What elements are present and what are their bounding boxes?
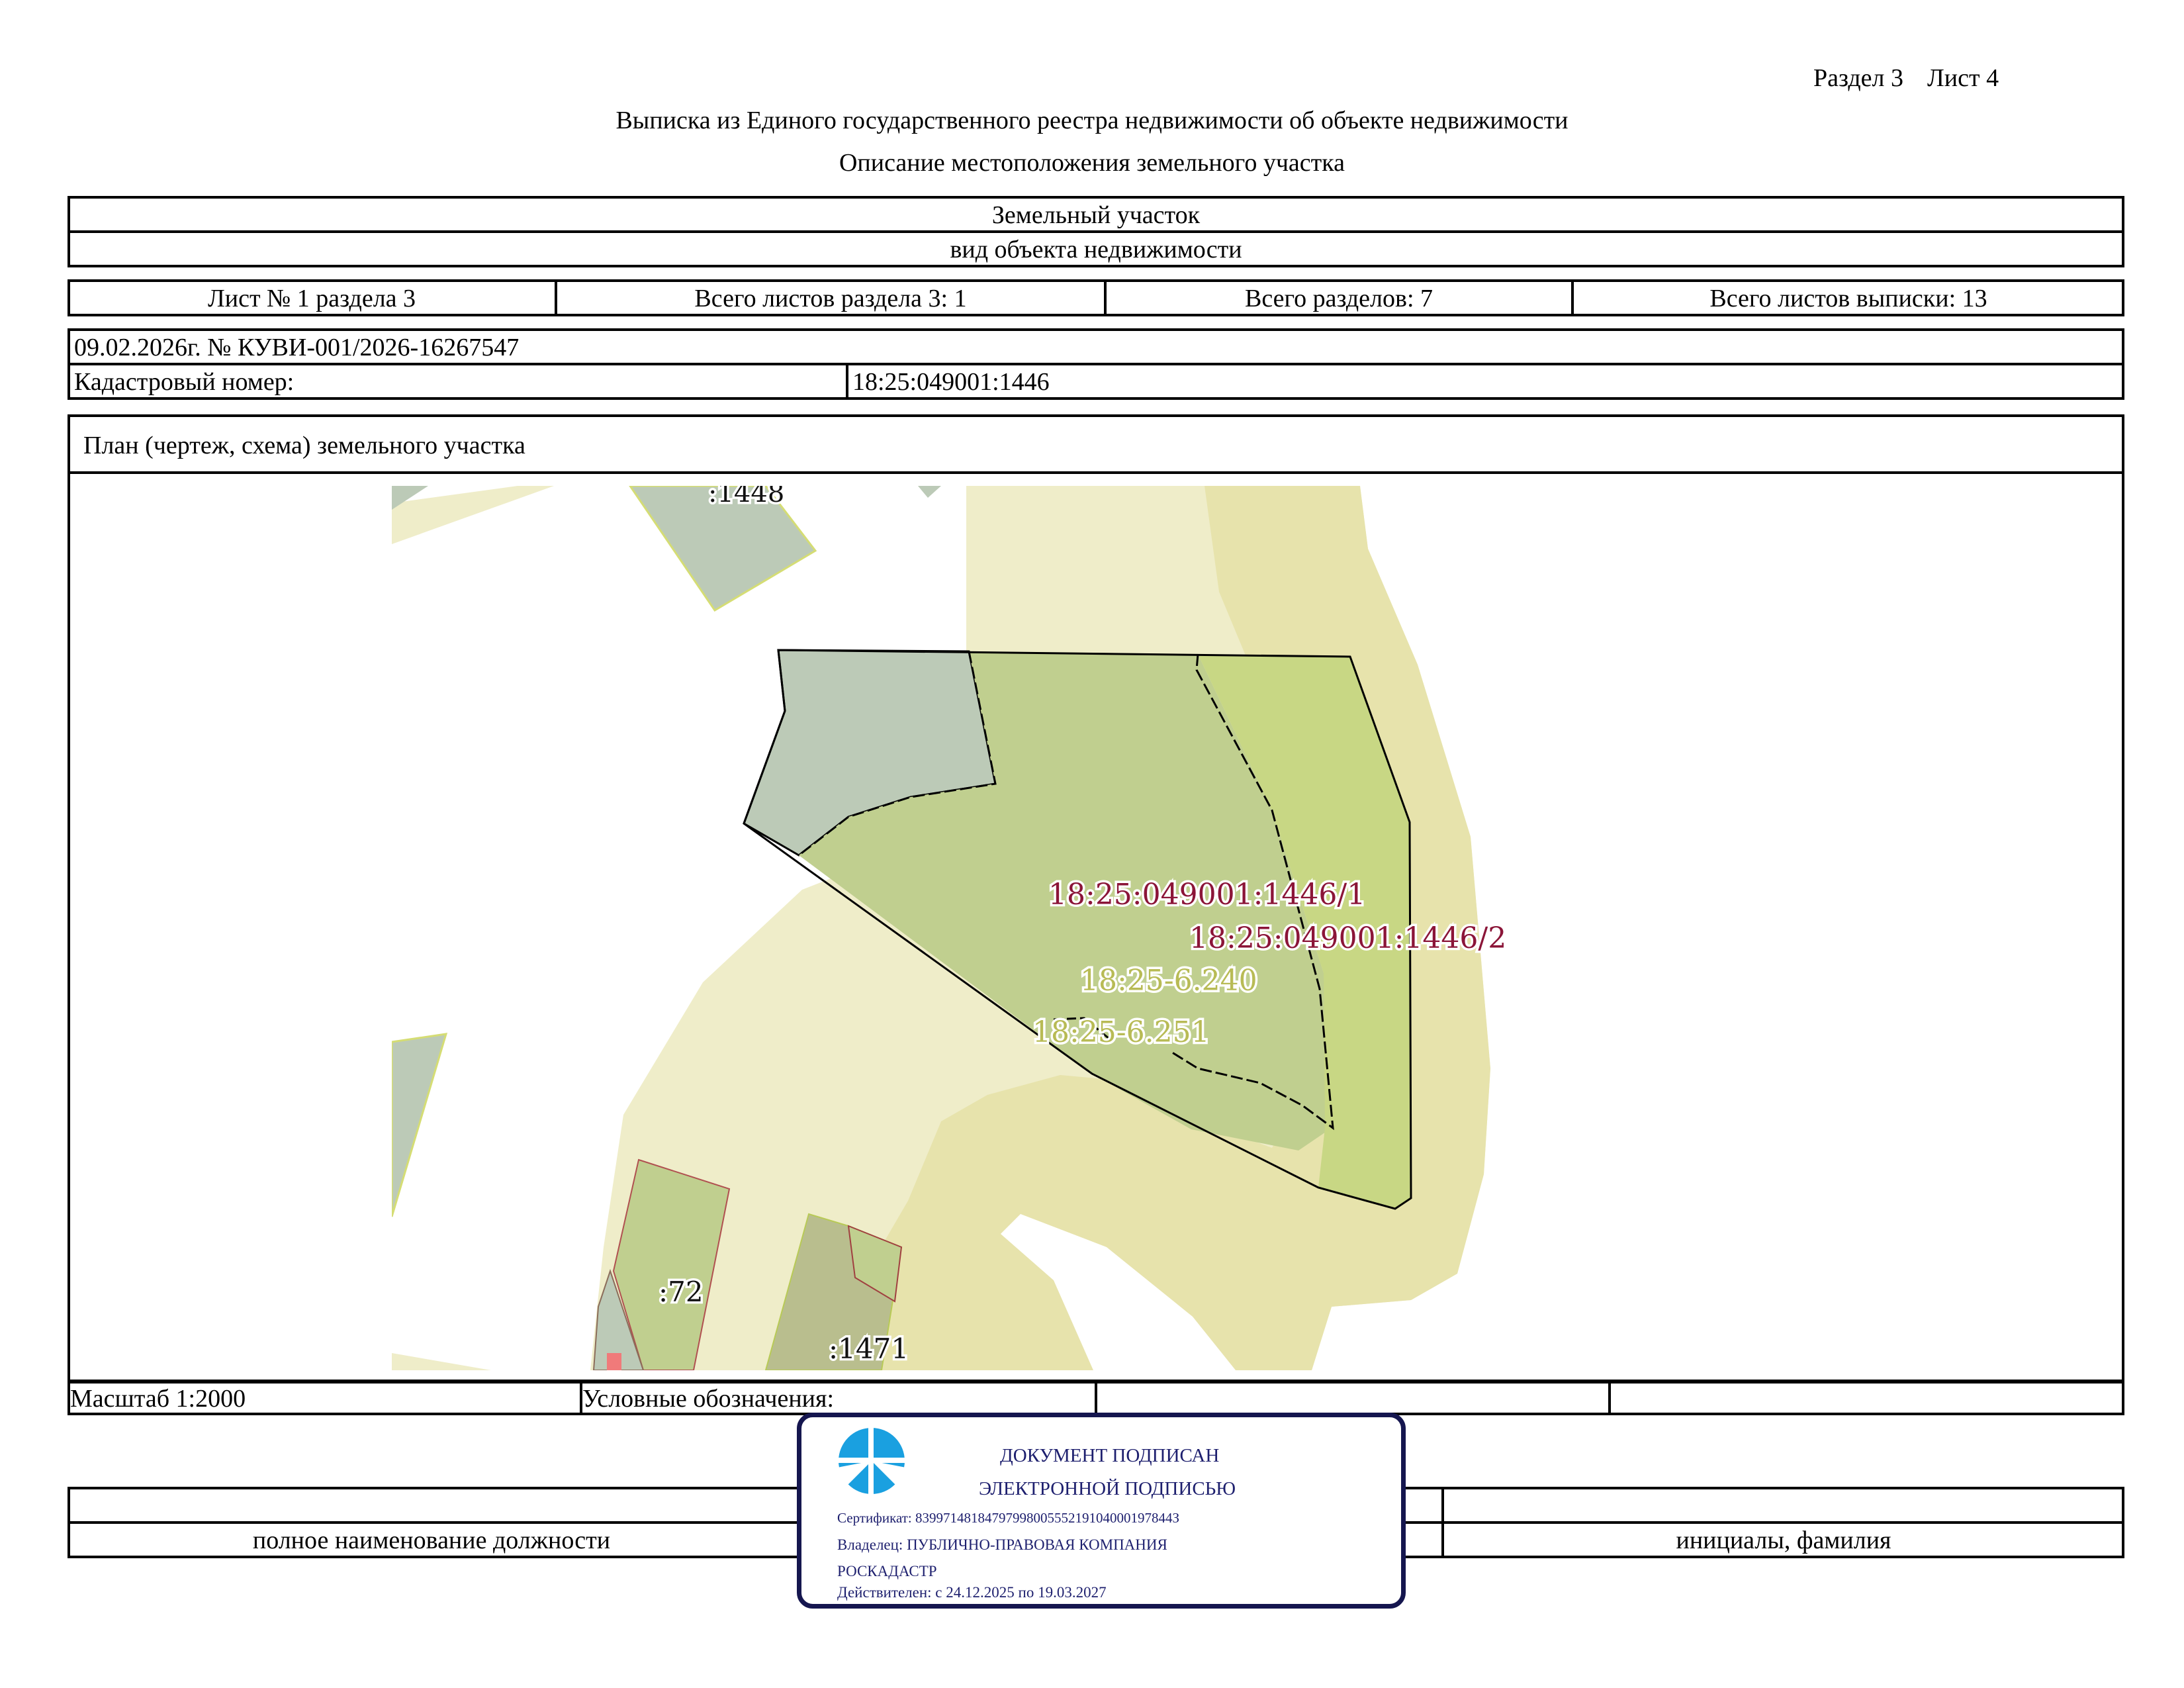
label-zone-251: 18:25-6.251 — [1032, 1015, 1210, 1049]
stamp-certificate: Сертификат: 8399714818479799800555219104… — [837, 1510, 1180, 1526]
sheet-number: Лист 4 — [1927, 64, 1999, 92]
name-caption: инициалы, фамилия — [1676, 1526, 1891, 1554]
sheet-number-cell: Лист № 1 раздела 3 — [207, 285, 416, 312]
e-signature-stamp: ДОКУМЕНТ ПОДПИСАН ЭЛЕКТРОННОЙ ПОДПИСЬЮ С… — [797, 1413, 1406, 1609]
total-sheets-section: Всего листов раздела 3: 1 — [694, 285, 967, 312]
cadastral-label: Кадастровый номер: — [74, 368, 295, 396]
stamp-validity: Действителен: с 24.12.2025 по 19.03.2027 — [837, 1584, 1107, 1601]
label-parcel-1471: :1471 — [829, 1333, 909, 1365]
divider — [68, 471, 2124, 474]
roskadastr-logo-icon — [837, 1427, 906, 1495]
page-locator: Раздел 3 Лист 4 — [1813, 64, 1999, 93]
label-parcel-1448: :1448 — [708, 486, 784, 508]
label-subparcel-2: 18:25:049001:1446/2 — [1189, 921, 1506, 955]
legend-label: Условные обозначения: — [582, 1385, 835, 1413]
map-scale: Масштаб 1:2000 — [70, 1385, 246, 1413]
divider — [846, 363, 848, 400]
divider — [68, 230, 2124, 233]
building-footprint — [607, 1353, 621, 1370]
position-caption: полное наименование должности — [252, 1526, 611, 1554]
label-parcel-72: :72 — [659, 1276, 704, 1308]
cadastral-value: 18:25:049001:1446 — [852, 368, 1050, 396]
total-sheets-extract: Всего листов выписки: 13 — [1709, 285, 1987, 312]
label-subparcel-1: 18:25:049001:1446/1 — [1048, 878, 1365, 912]
stamp-owner-2: РОСКАДАСТР — [837, 1563, 937, 1579]
divider — [1095, 1381, 1097, 1415]
stamp-line1: ДОКУМЕНТ ПОДПИСАН — [1000, 1445, 1220, 1466]
stamp-owner: Владелец: ПУБЛИЧНО-ПРАВОВАЯ КОМПАНИЯ — [837, 1536, 1167, 1553]
object-type-caption: вид объекта недвижимости — [950, 236, 1242, 263]
divider — [68, 363, 2124, 365]
stamp-line2: ЭЛЕКТРОННОЙ ПОДПИСЬЮ — [979, 1478, 1236, 1499]
document-title: Выписка из Единого государственного реес… — [615, 107, 1569, 134]
divider — [1608, 1381, 1611, 1415]
object-type-value: Земельный участок — [991, 201, 1201, 229]
extract-date-number: 09.02.2026г. № КУВИ-001/2026-16267547 — [74, 334, 520, 361]
plan-caption: План (чертеж, схема) земельного участка — [83, 432, 525, 459]
document-subtitle: Описание местоположения земельного участ… — [839, 149, 1345, 177]
label-zone-240: 18:25-6.240 — [1080, 964, 1257, 998]
total-sections: Всего разделов: 7 — [1244, 285, 1433, 312]
cadastral-map: :1448 :1448 18:25:049001:1446/1 18:25:04… — [392, 486, 1517, 1370]
section-number: Раздел 3 — [1813, 64, 1903, 92]
